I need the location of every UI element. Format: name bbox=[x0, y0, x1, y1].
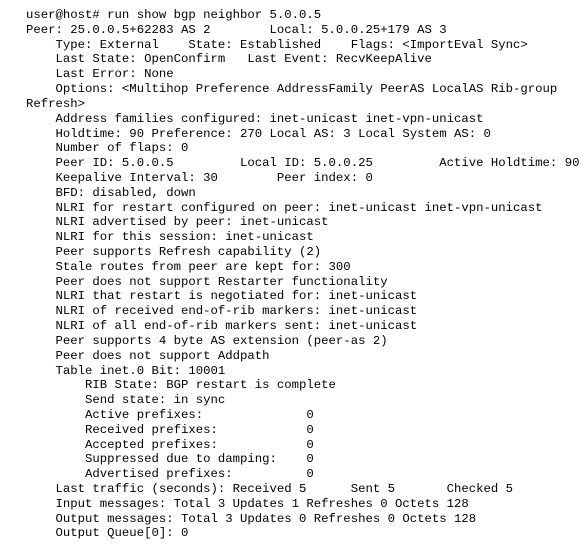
terminal-line-nlri-restart-configured: NLRI for restart configured on peer: ine… bbox=[26, 200, 543, 215]
terminal-line-received-prefixes: Received prefixes: 0 bbox=[26, 422, 314, 437]
terminal-line-last-error: Last Error: None bbox=[26, 67, 174, 82]
terminal-line-options-continued: Refresh> bbox=[26, 96, 86, 111]
terminal-line-input-messages: Input messages: Total 3 Updates 1 Refres… bbox=[26, 496, 469, 511]
terminal-line-output-queue: Output Queue[0]: 0 bbox=[26, 526, 189, 541]
terminal-line-nlri-advertised-by-peer: NLRI advertised by peer: inet-unicast bbox=[26, 215, 329, 230]
terminal-line-nlri-restart-negotiated: NLRI that restart is negotiated for: ine… bbox=[26, 289, 418, 304]
terminal-output-pane[interactable]: user@host# run show bgp neighbor 5.0.0.5… bbox=[0, 0, 586, 557]
terminal-line-nlri-this-session: NLRI for this session: inet-unicast bbox=[26, 230, 314, 245]
terminal-line-options: Options: <Multihop Preference AddressFam… bbox=[26, 82, 558, 97]
terminal-line-advertised-prefixes: Advertised prefixes: 0 bbox=[26, 467, 314, 482]
terminal-line-keepalive-peer-index: Keepalive Interval: 30 Peer index: 0 bbox=[26, 170, 373, 185]
terminal-line-nlri-all-eor-sent: NLRI of all end-of-rib markers sent: ine… bbox=[26, 319, 418, 334]
terminal-line-nlri-received-eor: NLRI of received end-of-rib markers: ine… bbox=[26, 304, 418, 319]
terminal-line-active-prefixes: Active prefixes: 0 bbox=[26, 407, 314, 422]
terminal-line-type-state-flags: Type: External State: Established Flags:… bbox=[26, 37, 528, 52]
terminal-line-address-families: Address families configured: inet-unicas… bbox=[26, 111, 484, 126]
terminal-line-peer-summary: Peer: 25.0.0.5+62283 AS 2 Local: 5.0.0.2… bbox=[26, 22, 447, 37]
terminal-line-stale-routes: Stale routes from peer are kept for: 300 bbox=[26, 259, 351, 274]
terminal-line-output-messages: Output messages: Total 3 Updates 0 Refre… bbox=[26, 511, 477, 526]
terminal-line-last-state-event: Last State: OpenConfirm Last Event: Recv… bbox=[26, 52, 432, 67]
terminal-line-refresh-capability: Peer supports Refresh capability (2) bbox=[26, 245, 322, 259]
terminal-line-suppressed-damping: Suppressed due to damping: 0 bbox=[26, 452, 314, 467]
terminal-line-addpath-support: Peer does not support Addpath bbox=[26, 348, 270, 363]
terminal-line-rib-state: RIB State: BGP restart is complete bbox=[26, 378, 336, 393]
terminal-line-peer-id-local-id: Peer ID: 5.0.0.5 Local ID: 5.0.0.25 Acti… bbox=[26, 156, 580, 171]
terminal-line-table-inet0: Table inet.0 Bit: 10001 bbox=[26, 363, 226, 378]
terminal-line-accepted-prefixes: Accepted prefixes: 0 bbox=[26, 437, 314, 452]
terminal-line-command: user@host# run show bgp neighbor 5.0.0.5 bbox=[26, 8, 322, 22]
terminal-line-bfd: BFD: disabled, down bbox=[26, 185, 196, 200]
terminal-line-four-byte-as: Peer supports 4 byte AS extension (peer-… bbox=[26, 333, 388, 348]
terminal-line-number-of-flaps: Number of flaps: 0 bbox=[26, 141, 189, 156]
terminal-line-last-traffic: Last traffic (seconds): Received 5 Sent … bbox=[26, 482, 514, 496]
terminal-line-holdtime-preference: Holdtime: 90 Preference: 270 Local AS: 3… bbox=[26, 126, 491, 141]
terminal-line-restarter-support: Peer does not support Restarter function… bbox=[26, 274, 388, 289]
terminal-line-send-state: Send state: in sync bbox=[26, 393, 226, 408]
